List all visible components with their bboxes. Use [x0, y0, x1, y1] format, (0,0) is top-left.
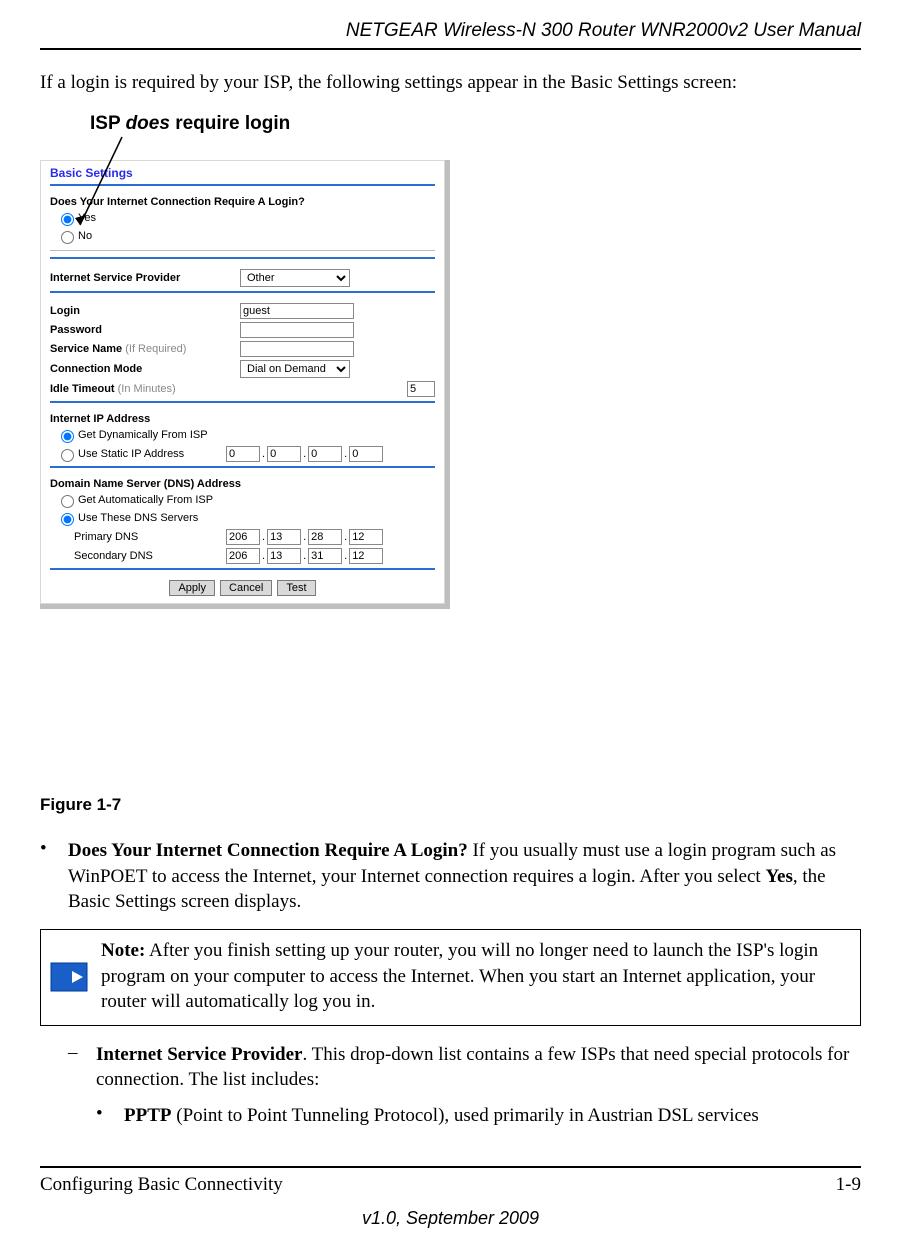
note-body: After you finish setting up your router,…: [101, 940, 818, 1012]
bullet-text: Does Your Internet Connection Require A …: [68, 838, 861, 915]
b1-bold: Does Your Internet Connection Require A …: [68, 840, 468, 861]
ip-section-title: Internet IP Address: [50, 413, 435, 425]
idle-label: Idle Timeout: [50, 383, 118, 395]
dash-text: Internet Service Provider. This drop-dow…: [96, 1042, 861, 1093]
note-text: Note: After you finish setting up your r…: [97, 930, 860, 1025]
sdns-1[interactable]: [226, 548, 260, 564]
b1-bold2: Yes: [765, 866, 792, 887]
d1-bold: Internet Service Provider: [96, 1044, 302, 1065]
callout-label: ISP does require login: [90, 113, 290, 135]
ib1-bold: PPTP: [124, 1105, 172, 1126]
pdns-3[interactable]: [308, 529, 342, 545]
ib1-text: (Point to Point Tunneling Protocol), use…: [172, 1105, 759, 1126]
test-button[interactable]: Test: [277, 580, 315, 596]
radio-dns-use[interactable]: [61, 513, 74, 526]
isp-select[interactable]: Other: [240, 269, 350, 287]
callout-pre: ISP: [90, 113, 126, 134]
idle-hint: (In Minutes): [118, 383, 176, 395]
connection-mode-select[interactable]: Dial on Demand: [240, 360, 350, 378]
radio-ip-static-label: Use Static IP Address: [78, 448, 184, 460]
radio-dns-auto-label: Get Automatically From ISP: [78, 494, 213, 506]
divider: [50, 401, 435, 403]
inner-bullet-text: PPTP (Point to Point Tunneling Protocol)…: [124, 1103, 861, 1129]
note-arrow-icon: [41, 930, 97, 1025]
figure-caption: Figure 1-7: [40, 795, 121, 815]
connection-mode-label: Connection Mode: [50, 363, 240, 375]
apply-button[interactable]: Apply: [169, 580, 215, 596]
ip-seg-4[interactable]: [349, 446, 383, 462]
note-box: Note: After you finish setting up your r…: [40, 929, 861, 1026]
secondary-dns-label: Secondary DNS: [74, 550, 226, 562]
bullet-marker: •: [40, 838, 68, 915]
dns-section-title: Domain Name Server (DNS) Address: [50, 478, 435, 490]
idle-input[interactable]: [407, 381, 435, 397]
isp-label: Internet Service Provider: [50, 272, 240, 284]
footer-version: v1.0, September 2009: [40, 1208, 861, 1229]
callout-arrow: [72, 135, 132, 245]
divider: [50, 257, 435, 259]
primary-dns-label: Primary DNS: [74, 531, 226, 543]
service-label: Service Name: [50, 343, 125, 355]
dash-marker: –: [68, 1042, 96, 1093]
ip-seg-1[interactable]: [226, 446, 260, 462]
footer-rule: [40, 1166, 861, 1168]
divider: [50, 466, 435, 468]
password-label: Password: [50, 324, 240, 336]
sdns-4[interactable]: [349, 548, 383, 564]
radio-ip-dynamic[interactable]: [61, 430, 74, 443]
login-input[interactable]: [240, 303, 354, 319]
note-bold: Note:: [101, 940, 145, 961]
ip-seg-2[interactable]: [267, 446, 301, 462]
password-input[interactable]: [240, 322, 354, 338]
pdns-2[interactable]: [267, 529, 301, 545]
footer-page: 1-9: [836, 1174, 861, 1196]
radio-ip-static[interactable]: [61, 449, 74, 462]
divider: [50, 291, 435, 293]
ip-seg-3[interactable]: [308, 446, 342, 462]
cancel-button[interactable]: Cancel: [220, 580, 272, 596]
login-label: Login: [50, 305, 240, 317]
callout-em: does: [126, 113, 170, 134]
footer-section: Configuring Basic Connectivity: [40, 1174, 283, 1196]
service-input[interactable]: [240, 341, 354, 357]
radio-dns-use-label: Use These DNS Servers: [78, 512, 198, 524]
sdns-3[interactable]: [308, 548, 342, 564]
inner-bullet-marker: •: [96, 1103, 124, 1129]
service-hint: (If Required): [125, 343, 186, 355]
divider: [50, 250, 435, 251]
header-rule: [40, 48, 861, 50]
radio-ip-dynamic-label: Get Dynamically From ISP: [78, 429, 208, 441]
radio-dns-auto[interactable]: [61, 495, 74, 508]
pdns-1[interactable]: [226, 529, 260, 545]
intro-text: If a login is required by your ISP, the …: [40, 70, 861, 96]
divider: [50, 568, 435, 570]
page-header: NETGEAR Wireless-N 300 Router WNR2000v2 …: [40, 20, 861, 42]
sdns-2[interactable]: [267, 548, 301, 564]
callout-post: require login: [170, 113, 290, 134]
pdns-4[interactable]: [349, 529, 383, 545]
